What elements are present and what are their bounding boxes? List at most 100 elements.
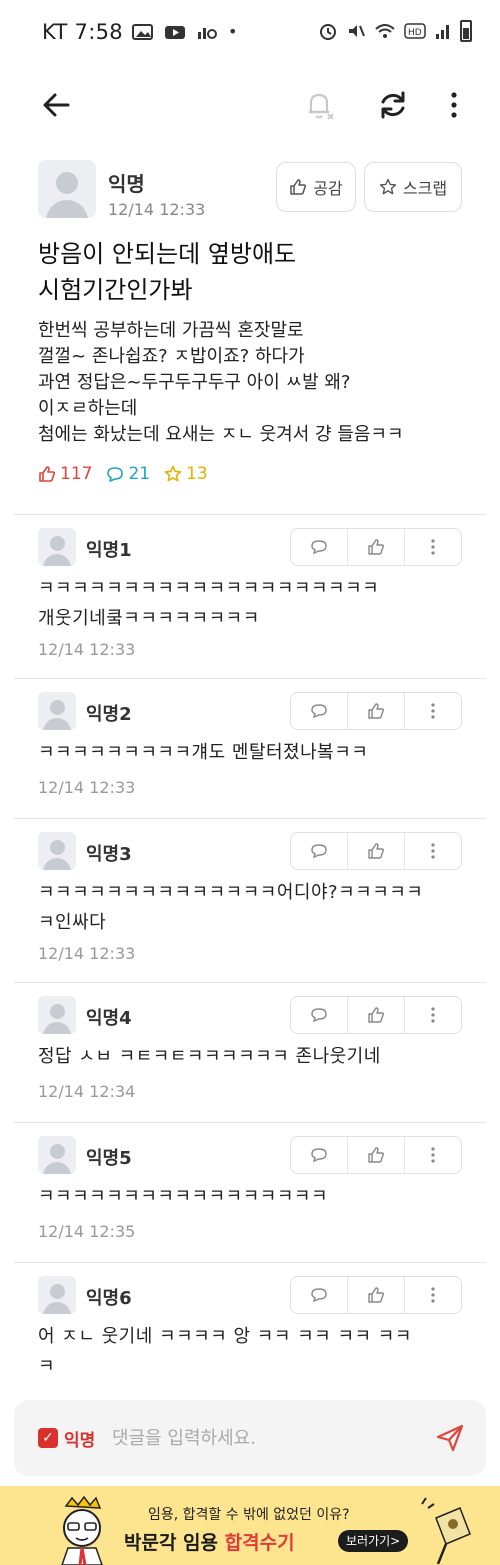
- svg-text:HD: HD: [408, 28, 422, 38]
- comment-like-button[interactable]: [348, 833, 405, 869]
- speech-bubble-icon: [311, 844, 327, 859]
- status-bar: KT 7:58 • HD: [0, 0, 500, 66]
- post-stats: 117 21 13: [38, 464, 208, 484]
- comment-text: ㅋㅋㅋㅋㅋㅋㅋㅋㅋㅋㅋㅋㅋㅋㅋㅋㅋ: [38, 1182, 468, 1212]
- comment-text: 정답 ㅅㅂ ㅋㅌㅋㅌㅋㅋㅋㅋㅋㅋ 존나웃기네: [38, 1042, 468, 1072]
- banner-subtitle: 임용, 합격할 수 밖에 없었던 이유?: [148, 1507, 350, 1523]
- post-body-line: 껄껄~ 존나쉽죠? ㅈ밥이죠? 하다가: [38, 346, 305, 367]
- comment-like-button[interactable]: [348, 529, 405, 565]
- comment-author: 익명1: [86, 540, 132, 561]
- comment-like-button[interactable]: [348, 997, 405, 1033]
- data-usage-icon: [198, 27, 217, 39]
- like-count-value: 117: [60, 464, 93, 484]
- notification-off-icon[interactable]: [302, 88, 336, 122]
- refresh-icon[interactable]: [376, 88, 410, 122]
- comment-like-button[interactable]: [348, 1137, 405, 1173]
- comment-author: 익명3: [86, 844, 132, 865]
- divider: [14, 678, 486, 679]
- comment-line: ㅋ인싸다: [38, 912, 107, 933]
- avatar: [38, 692, 76, 730]
- hd-icon: HD: [404, 23, 426, 39]
- comment-text: ㅋㅋㅋㅋㅋㅋㅋㅋㅋㅋㅋㅋㅋㅋ어디야?ㅋㅋㅋㅋㅋ ㅋ인싸다: [38, 878, 468, 938]
- youtube-icon: [165, 25, 185, 39]
- avatar: [38, 160, 96, 218]
- comment-author: 익명2: [86, 704, 132, 725]
- reply-button[interactable]: [291, 529, 348, 565]
- post-body: 한번씩 공부하는데 가끔씩 혼잣말로 껄껄~ 존나쉽죠? ㅈ밥이죠? 하다가 과…: [38, 318, 478, 448]
- post-body-line: 과연 정답은~두구두구두구 아이 ㅆ발 왜?: [38, 372, 351, 393]
- comment-like-button[interactable]: [348, 693, 405, 729]
- avatar: [38, 1136, 76, 1174]
- post-author: 익명: [108, 172, 145, 196]
- comment-actions: [290, 528, 462, 566]
- comment-more-button[interactable]: [405, 693, 461, 729]
- comment-time: 12/14 12:33: [38, 640, 136, 659]
- comment-more-button[interactable]: [405, 997, 461, 1033]
- comment-more-button[interactable]: [405, 1137, 461, 1173]
- like-count: 117: [38, 464, 92, 484]
- alarm-icon: [320, 24, 336, 40]
- ad-banner[interactable]: 임용, 합격할 수 밖에 없었던 이유? 박문각 임용 합격수기 보러가기>: [0, 1486, 500, 1565]
- comment-author: 익명5: [86, 1148, 132, 1169]
- comment-input-bar: ✓ 익명: [14, 1400, 486, 1476]
- back-arrow-icon[interactable]: [40, 88, 74, 122]
- reply-button[interactable]: [291, 1277, 348, 1313]
- divider: [14, 818, 486, 819]
- avatar: [38, 996, 76, 1034]
- comment-text: ㅋㅋㅋㅋㅋㅋㅋㅋㅋ걔도 멘탈터졌나봌ㅋㅋ: [38, 738, 468, 768]
- comment-more-button[interactable]: [405, 529, 461, 565]
- gallery-icon: [132, 23, 153, 40]
- banner-cta-button[interactable]: 보러가기>: [338, 1530, 409, 1552]
- more-vertical-icon: [431, 843, 435, 859]
- thumbs-up-icon: [368, 1287, 385, 1303]
- post-title: 방음이 안되는데 옆방애도 시험기간인가봐: [38, 236, 458, 308]
- reply-button[interactable]: [291, 997, 348, 1033]
- post-date: 12/14 12:33: [108, 200, 206, 219]
- comment-input[interactable]: [112, 1420, 412, 1456]
- comment-count: 21: [106, 464, 150, 484]
- more-vertical-icon: [431, 1287, 435, 1303]
- speech-bubble-icon: [107, 467, 124, 482]
- banner-title-highlight: 합격수기: [224, 1532, 295, 1554]
- post-body-line: 한번씩 공부하는데 가끔씩 혼잣말로: [38, 320, 304, 341]
- status-right-icons: HD: [318, 20, 472, 42]
- banner-title: 박문각 임용 합격수기: [124, 1528, 295, 1555]
- comment-time: 12/14 12:34: [38, 1082, 136, 1101]
- mascot-icon: [61, 1496, 103, 1565]
- post-body-line: 이ㅈㄹ하는데: [38, 398, 138, 419]
- reply-button[interactable]: [291, 1137, 348, 1173]
- avatar: [38, 528, 76, 566]
- anonymous-label[interactable]: 익명: [64, 1426, 95, 1451]
- speech-bubble-icon: [311, 1288, 327, 1303]
- comment-more-button[interactable]: [405, 1277, 461, 1313]
- status-dot: •: [228, 22, 238, 41]
- speech-bubble-icon: [311, 1008, 327, 1023]
- comment-line: ㅋ: [38, 1356, 56, 1377]
- scrap-button[interactable]: 스크랩: [364, 162, 462, 212]
- post-title-line: 방음이 안되는데 옆방애도: [38, 240, 297, 268]
- post-title-line: 시험기간인가봐: [38, 276, 193, 304]
- comment-actions: [290, 832, 462, 870]
- like-button-label: 공감: [313, 179, 343, 198]
- more-vertical-icon: [431, 703, 435, 719]
- divider: [14, 1262, 486, 1263]
- like-button[interactable]: 공감: [276, 162, 356, 212]
- comment-author: 익명6: [86, 1288, 132, 1309]
- thumbs-up-icon: [39, 466, 56, 482]
- carrier-time: KT 7:58: [42, 20, 123, 44]
- reply-button[interactable]: [291, 693, 348, 729]
- scrap-count-value: 13: [186, 464, 208, 484]
- thumbs-up-icon: [368, 1007, 385, 1023]
- more-vertical-icon[interactable]: [444, 88, 464, 122]
- comment-more-button[interactable]: [405, 833, 461, 869]
- anonymous-checkbox[interactable]: ✓: [38, 1428, 58, 1448]
- thumbs-up-icon: [368, 843, 385, 859]
- pass-sign-icon: [421, 1497, 471, 1564]
- comment-like-button[interactable]: [348, 1277, 405, 1313]
- comment-line: 어 ㅈㄴ 웃기네 ㅋㅋㅋㅋ 앙 ㅋㅋ ㅋㅋ ㅋㅋ ㅋㅋ: [38, 1326, 412, 1347]
- reply-button[interactable]: [291, 833, 348, 869]
- comment-time: 12/14 12:33: [38, 944, 136, 963]
- send-icon[interactable]: [434, 1422, 466, 1454]
- speech-bubble-icon: [311, 540, 327, 555]
- comment-line: ㅋㅋㅋㅋㅋㅋㅋㅋㅋㅋㅋㅋㅋㅋ어디야?ㅋㅋㅋㅋㅋ: [38, 882, 424, 903]
